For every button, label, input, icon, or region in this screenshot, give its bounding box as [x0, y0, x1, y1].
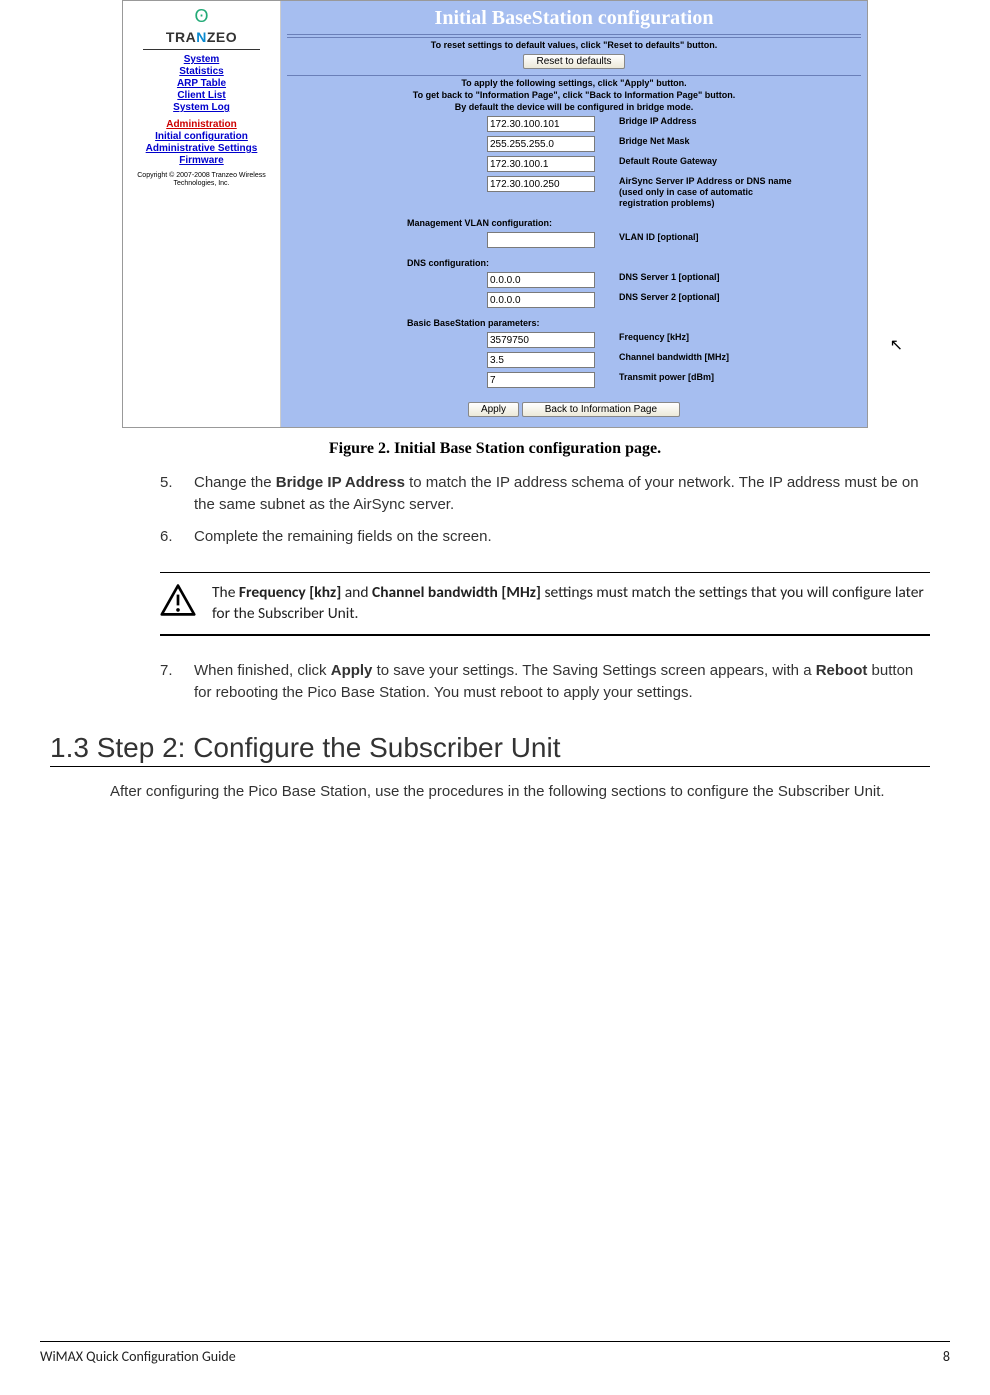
bs-section-head: Basic BaseStation parameters:	[407, 318, 861, 328]
footer-page-number: 8	[943, 1348, 950, 1365]
warning-text: The Frequency [khz] and Channel bandwidt…	[212, 583, 930, 625]
apply-caption-1: To apply the following settings, click "…	[287, 78, 861, 88]
figure-caption: Figure 2. Initial Base Station configura…	[40, 440, 950, 458]
bw-input[interactable]	[487, 352, 595, 368]
step-list-2: 7. When finished, click Apply to save yo…	[160, 660, 930, 704]
txpower-input[interactable]	[487, 372, 595, 388]
gateway-label: Default Route Gateway	[619, 156, 717, 167]
reset-caption: To reset settings to default values, cli…	[287, 40, 861, 50]
warning-callout: The Frequency [khz] and Channel bandwidt…	[160, 572, 930, 637]
bridge-ip-input[interactable]	[487, 116, 595, 132]
apply-caption-2: To get back to "Information Page", click…	[287, 90, 861, 100]
nav-client-list[interactable]: Client List	[127, 90, 276, 101]
dns1-label: DNS Server 1 [optional]	[619, 272, 720, 283]
heading-1-3: 1.3 Step 2: Configure the Subscriber Uni…	[50, 732, 950, 764]
nav-system[interactable]: System	[127, 54, 276, 65]
cursor-icon: ↖	[890, 335, 903, 355]
bridge-ip-label: Bridge IP Address	[619, 116, 697, 127]
gateway-input[interactable]	[487, 156, 595, 172]
bw-label: Channel bandwidth [MHz]	[619, 352, 729, 363]
dns-section-head: DNS configuration:	[407, 258, 861, 268]
freq-label: Frequency [kHz]	[619, 332, 689, 343]
step-6: 6. Complete the remaining fields on the …	[160, 526, 930, 548]
dns2-input[interactable]	[487, 292, 595, 308]
vlan-section-head: Management VLAN configuration:	[407, 218, 861, 228]
nav-firmware[interactable]: Firmware	[127, 155, 276, 166]
bridge-mask-input[interactable]	[487, 136, 595, 152]
bridge-mask-label: Bridge Net Mask	[619, 136, 690, 147]
dns2-label: DNS Server 2 [optional]	[619, 292, 720, 303]
copyright-text: Copyright © 2007-2008 Tranzeo Wireless T…	[127, 172, 276, 189]
txpower-label: Transmit power [dBm]	[619, 372, 714, 383]
step-list: 5. Change the Bridge IP Address to match…	[160, 472, 930, 547]
nav-admin-settings[interactable]: Administrative Settings	[127, 143, 276, 154]
page-footer: WiMAX Quick Configuration Guide 8	[40, 1341, 950, 1365]
nav-initial-config[interactable]: Initial configuration	[127, 131, 276, 142]
dns1-input[interactable]	[487, 272, 595, 288]
nav-heading-admin: Administration	[127, 119, 276, 130]
apply-button[interactable]: Apply	[468, 402, 519, 417]
footer-title: WiMAX Quick Configuration Guide	[40, 1348, 236, 1365]
nav-statistics[interactable]: Statistics	[127, 66, 276, 77]
airsync-label: AirSync Server IP Address or DNS name (u…	[619, 176, 799, 208]
logo-text: TRANZEO	[127, 29, 276, 45]
logo-icon: ʘ	[127, 7, 276, 25]
warning-icon	[160, 583, 196, 622]
reset-defaults-button[interactable]: Reset to defaults	[523, 54, 624, 69]
sidebar: ʘ TRANZEO System Statistics ARP Table Cl…	[123, 1, 281, 427]
back-button[interactable]: Back to Information Page	[522, 402, 680, 417]
page-title: Initial BaseStation configuration	[287, 7, 861, 30]
body-1-3: After configuring the Pico Base Station,…	[110, 781, 930, 803]
step-5: 5. Change the Bridge IP Address to match…	[160, 472, 930, 516]
vlan-id-label: VLAN ID [optional]	[619, 232, 699, 243]
apply-caption-3: By default the device will be configured…	[287, 102, 861, 112]
nav-arp-table[interactable]: ARP Table	[127, 78, 276, 89]
screenshot-container: ↖ ʘ TRANZEO System Statistics ARP Table …	[122, 0, 868, 428]
main-pane: Initial BaseStation configuration To res…	[281, 1, 867, 427]
airsync-input[interactable]	[487, 176, 595, 192]
nav-system-log[interactable]: System Log	[127, 102, 276, 113]
freq-input[interactable]	[487, 332, 595, 348]
step-7: 7. When finished, click Apply to save yo…	[160, 660, 930, 704]
vlan-id-input[interactable]	[487, 232, 595, 248]
